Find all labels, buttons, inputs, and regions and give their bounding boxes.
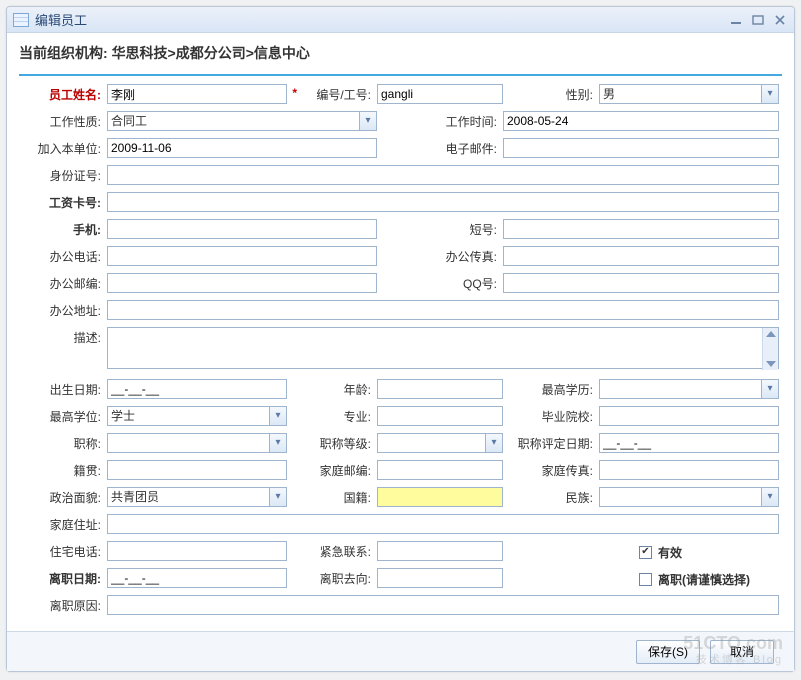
label-leaveTo: 离职去向: bbox=[287, 568, 377, 590]
label-officeTel: 办公电话: bbox=[19, 246, 107, 268]
label-officeAddr: 办公地址: bbox=[19, 300, 107, 322]
name-input[interactable] bbox=[107, 84, 287, 104]
shortNo-input[interactable] bbox=[503, 219, 779, 239]
titleLevel-select[interactable] bbox=[377, 433, 503, 453]
label-joinDate: 加入本单位: bbox=[19, 138, 107, 160]
hometown-input[interactable] bbox=[107, 460, 287, 480]
edu-select[interactable] bbox=[599, 379, 779, 399]
label-shortNo: 短号: bbox=[377, 219, 503, 241]
label-major: 专业: bbox=[287, 406, 377, 428]
idcard-input[interactable] bbox=[107, 165, 779, 185]
label-desc: 描述: bbox=[19, 327, 107, 349]
label-age: 年龄: bbox=[287, 379, 377, 401]
window-frame: 编辑员工 当前组织机构: 华思科技>成都分公司>信息中心 员工姓名: 编号/工号… bbox=[6, 6, 795, 672]
homeTel-input[interactable] bbox=[107, 541, 287, 561]
label-titleLevel: 职称等级: bbox=[287, 433, 377, 455]
homeAddr-input[interactable] bbox=[107, 514, 779, 534]
officeFax-input[interactable] bbox=[503, 246, 779, 266]
titleDate-input[interactable] bbox=[599, 433, 779, 453]
label-code: 编号/工号: bbox=[287, 84, 377, 106]
label-edu: 最高学历: bbox=[503, 379, 599, 401]
leaveReason-input[interactable] bbox=[107, 595, 779, 615]
label-title: 职称: bbox=[19, 433, 107, 455]
gender-select[interactable]: 男 bbox=[599, 84, 779, 104]
joinDate-input[interactable] bbox=[107, 138, 377, 158]
age-input[interactable] bbox=[377, 379, 503, 399]
major-input[interactable] bbox=[377, 406, 503, 426]
breadcrumb-label: 当前组织机构: bbox=[19, 45, 108, 61]
label-homeTel: 住宅电话: bbox=[19, 541, 107, 563]
label-mobile: 手机: bbox=[19, 219, 107, 241]
label-email: 电子邮件: bbox=[377, 138, 503, 160]
birth-input[interactable] bbox=[107, 379, 287, 399]
code-input[interactable] bbox=[377, 84, 503, 104]
homeFax-input[interactable] bbox=[599, 460, 779, 480]
leave-label: 离职(请谨慎选择) bbox=[658, 571, 750, 588]
qq-input[interactable] bbox=[503, 273, 779, 293]
label-leaveDate: 离职日期: bbox=[19, 568, 107, 590]
label-leaveReason: 离职原因: bbox=[19, 595, 107, 617]
window-title: 编辑员工 bbox=[35, 10, 87, 29]
mobile-input[interactable] bbox=[107, 219, 377, 239]
breadcrumb: 当前组织机构: 华思科技>成都分公司>信息中心 bbox=[7, 33, 794, 69]
title-select[interactable] bbox=[107, 433, 287, 453]
label-birth: 出生日期: bbox=[19, 379, 107, 401]
label-ethnic: 民族: bbox=[503, 487, 599, 509]
salaryCard-input[interactable] bbox=[107, 192, 779, 212]
titlebar: 编辑员工 bbox=[7, 7, 794, 33]
label-homeZip: 家庭邮编: bbox=[287, 460, 377, 482]
label-degree: 最高学位: bbox=[19, 406, 107, 428]
cancel-button[interactable]: 取消 bbox=[710, 640, 774, 664]
leave-checkbox[interactable] bbox=[639, 573, 652, 586]
label-name: 员工姓名: bbox=[19, 84, 107, 106]
officeZip-input[interactable] bbox=[107, 273, 377, 293]
workType-select[interactable]: 合同工 bbox=[107, 111, 377, 131]
label-idcard: 身份证号: bbox=[19, 165, 107, 187]
desc-textarea[interactable] bbox=[107, 327, 779, 369]
valid-label: 有效 bbox=[658, 544, 682, 561]
leaveTo-input[interactable] bbox=[377, 568, 503, 588]
email-input[interactable] bbox=[503, 138, 779, 158]
app-icon bbox=[13, 13, 29, 27]
degree-select[interactable]: 学士 bbox=[107, 406, 287, 426]
breadcrumb-path: 华思科技>成都分公司>信息中心 bbox=[112, 45, 310, 61]
label-salaryCard: 工资卡号: bbox=[19, 192, 107, 214]
label-gender: 性别: bbox=[503, 84, 599, 106]
officeTel-input[interactable] bbox=[107, 246, 377, 266]
scrollbar-icon[interactable] bbox=[762, 328, 778, 370]
label-qq: QQ号: bbox=[377, 273, 503, 295]
label-homeFax: 家庭传真: bbox=[503, 460, 599, 482]
ethnic-select[interactable] bbox=[599, 487, 779, 507]
valid-checkbox[interactable]: ✔ bbox=[639, 546, 652, 559]
save-button[interactable]: 保存(S) bbox=[636, 640, 700, 664]
maximize-icon[interactable] bbox=[750, 13, 766, 27]
label-hometown: 籍贯: bbox=[19, 460, 107, 482]
label-officeFax: 办公传真: bbox=[377, 246, 503, 268]
header-divider bbox=[19, 73, 782, 76]
label-officeZip: 办公邮编: bbox=[19, 273, 107, 295]
label-workType: 工作性质: bbox=[19, 111, 107, 133]
label-politics: 政治面貌: bbox=[19, 487, 107, 509]
label-titleDate: 职称评定日期: bbox=[503, 433, 599, 455]
workTime-input[interactable] bbox=[503, 111, 779, 131]
school-input[interactable] bbox=[599, 406, 779, 426]
label-nation: 国籍: bbox=[287, 487, 377, 509]
label-school: 毕业院校: bbox=[503, 406, 599, 428]
nation-input[interactable] bbox=[377, 487, 503, 507]
officeAddr-input[interactable] bbox=[107, 300, 779, 320]
close-icon[interactable] bbox=[772, 13, 788, 27]
homeZip-input[interactable] bbox=[377, 460, 503, 480]
label-workTime: 工作时间: bbox=[377, 111, 503, 133]
label-homeAddr: 家庭住址: bbox=[19, 514, 107, 536]
label-emergency: 紧急联系: bbox=[287, 541, 377, 563]
minimize-icon[interactable] bbox=[728, 13, 744, 27]
politics-select[interactable]: 共青团员 bbox=[107, 487, 287, 507]
emergency-input[interactable] bbox=[377, 541, 503, 561]
form-area: 员工姓名: 编号/工号: 性别: 男 工作性质: 合同工 工作时间: 加入本单位… bbox=[19, 84, 782, 631]
footer: 保存(S) 取消 bbox=[7, 631, 794, 671]
leaveDate-input[interactable] bbox=[107, 568, 287, 588]
